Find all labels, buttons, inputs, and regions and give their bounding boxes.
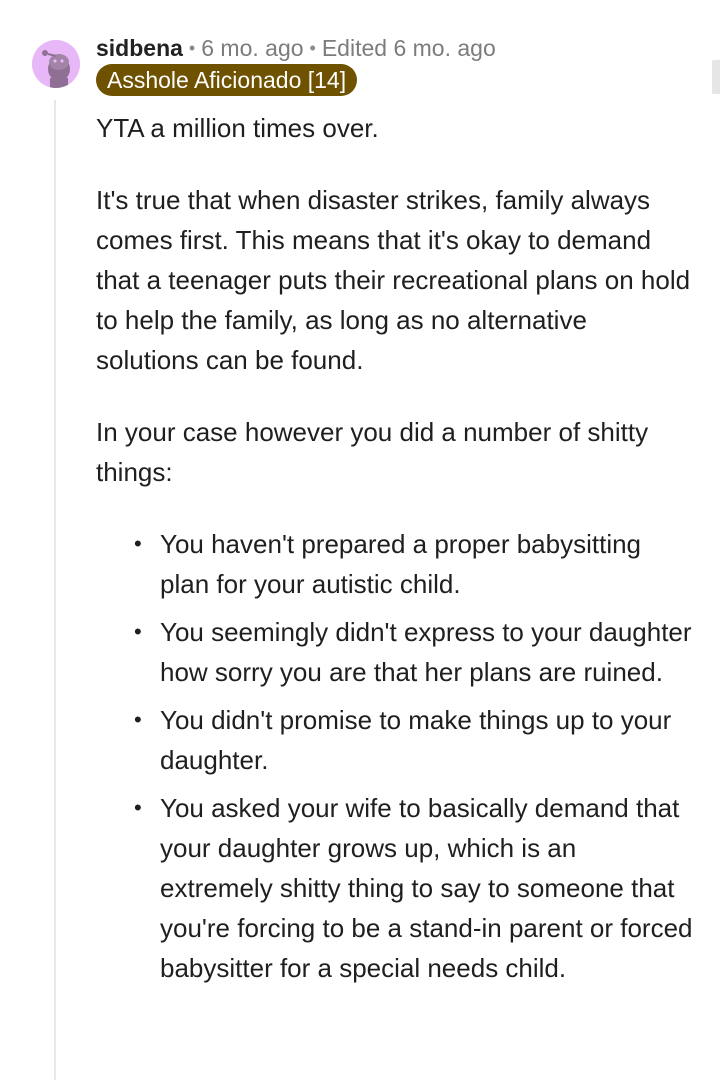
edited-label: Edited 6 mo. ago bbox=[321, 35, 496, 61]
comment-age: 6 mo. ago bbox=[201, 35, 304, 61]
comment-paragraph: YTA a million times over. bbox=[96, 113, 379, 143]
list-item: • You asked your wife to basically demand… bbox=[134, 788, 696, 988]
snoo-avatar-icon bbox=[32, 40, 80, 88]
avatar[interactable] bbox=[32, 40, 80, 88]
list-item: • You didn't promise to make things up to… bbox=[134, 700, 696, 780]
list-item-text: You asked your wife to basically demand … bbox=[160, 793, 693, 983]
thread-line[interactable] bbox=[54, 100, 56, 1080]
list-item-text: You seemingly didn't express to your dau… bbox=[160, 617, 692, 687]
list-item-text: You didn't promise to make things up to … bbox=[160, 705, 672, 775]
username-link[interactable]: sidbena bbox=[96, 35, 183, 61]
bullet-list: • You haven't prepared a proper babysitti… bbox=[96, 524, 696, 988]
comment-paragraph: It's true that when disaster strikes, fa… bbox=[96, 185, 691, 375]
meta-separator: • bbox=[188, 38, 196, 58]
comment-paragraph: In your case however you did a number of… bbox=[96, 417, 649, 487]
list-item: • You haven't prepared a proper babysitti… bbox=[134, 524, 696, 604]
bullet-icon: • bbox=[134, 531, 142, 556]
user-flair: Asshole Aficionado [14] bbox=[96, 64, 358, 96]
bullet-icon: • bbox=[134, 707, 142, 732]
bullet-icon: • bbox=[134, 795, 142, 820]
meta-separator: • bbox=[309, 38, 316, 58]
comment-meta: sidbena • 6 mo. ago • Edited 6 mo. ago bbox=[96, 33, 496, 65]
list-item-text: You haven't prepared a proper babysittin… bbox=[160, 529, 642, 599]
comment-body: YTA a million times over. It's true that… bbox=[96, 108, 696, 996]
bullet-icon: • bbox=[134, 619, 142, 644]
list-item: • You seemingly didn't express to your da… bbox=[134, 612, 696, 692]
scrollbar[interactable] bbox=[712, 60, 720, 94]
comment-view: sidbena • 6 mo. ago • Edited 6 mo. ago Assho… bbox=[0, 0, 720, 1080]
